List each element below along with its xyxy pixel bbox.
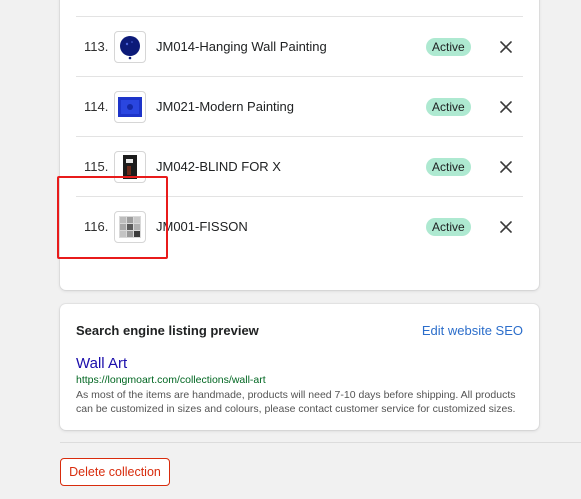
product-title[interactable]: JM014-Hanging Wall Painting (156, 17, 327, 77)
close-icon (500, 161, 512, 173)
status-badge: Active (426, 218, 471, 236)
close-icon (500, 221, 512, 233)
product-title[interactable]: JM021-Modern Painting (156, 77, 294, 137)
product-index: 114. (84, 99, 109, 114)
seo-preview-description: As most of the items are handmade, produ… (76, 389, 516, 415)
seo-preview-title: Wall Art (76, 355, 128, 372)
edit-seo-link[interactable]: Edit website SEO (422, 323, 523, 338)
product-thumbnail[interactable] (114, 91, 146, 123)
remove-product-button[interactable] (496, 157, 516, 177)
section-divider (60, 442, 581, 443)
product-row[interactable]: 113. JM014-Hanging Wall Painting Active (76, 16, 523, 77)
remove-product-button[interactable] (496, 217, 516, 237)
blue-framed-painting-icon (118, 97, 142, 117)
status-badge: Active (426, 38, 471, 56)
status-badge: Active (426, 98, 471, 116)
remove-product-button[interactable] (496, 37, 516, 57)
annotation-highlight-box (57, 176, 168, 259)
seo-preview-url: https://longmoart.com/collections/wall-a… (76, 374, 266, 386)
delete-collection-button[interactable]: Delete collection (60, 458, 170, 486)
blue-dot-painting-icon (120, 36, 140, 60)
product-thumbnail[interactable] (114, 31, 146, 63)
close-icon (500, 101, 512, 113)
seo-heading: Search engine listing preview (76, 323, 259, 338)
product-title[interactable]: JM042-BLIND FOR X (156, 137, 281, 197)
product-title[interactable]: JM001-FISSON (156, 197, 248, 257)
status-badge: Active (426, 158, 471, 176)
remove-product-button[interactable] (496, 97, 516, 117)
seo-preview-card: Search engine listing preview Edit websi… (60, 304, 539, 430)
product-index: 113. (84, 39, 109, 54)
product-row[interactable]: 114. JM021-Modern Painting Active (76, 76, 523, 137)
close-icon (500, 41, 512, 53)
